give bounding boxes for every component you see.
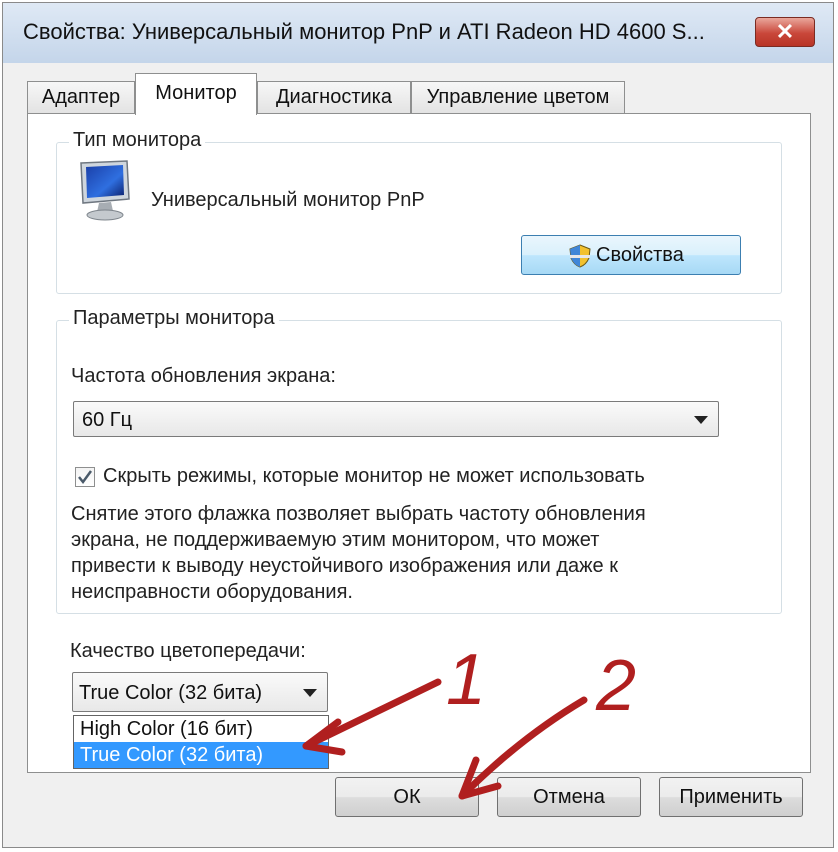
arrow-1-icon: [302, 678, 442, 750]
tab-monitor[interactable]: Монитор: [135, 73, 257, 115]
annotation-marker-2: 2: [595, 646, 636, 726]
annotation-overlay: 1 2: [302, 640, 636, 800]
annotation-marker-1: 1: [446, 640, 486, 720]
